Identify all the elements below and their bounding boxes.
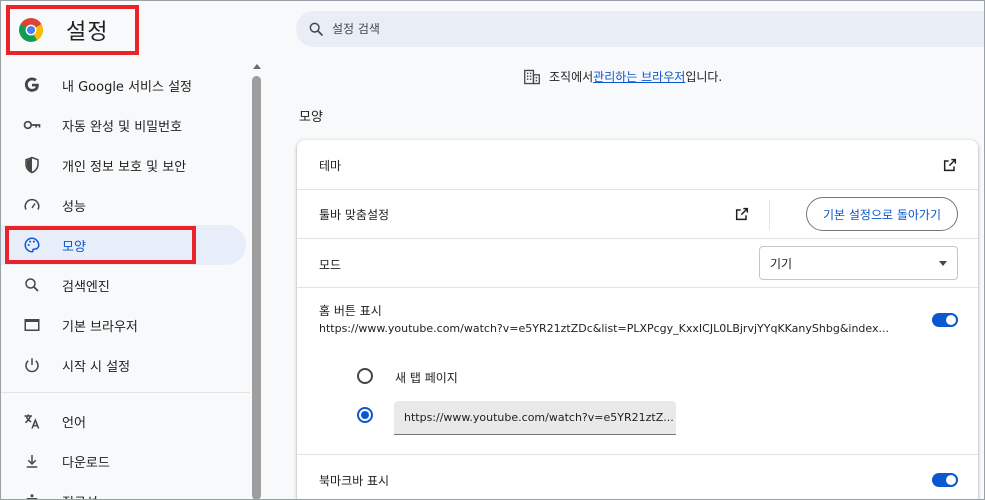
- open-external-icon[interactable]: [734, 206, 750, 222]
- browser-window-icon: [22, 315, 42, 335]
- sidebar-item-google-services[interactable]: 내 Google 서비스 설정: [0, 65, 246, 105]
- bookmarks-label: 북마크바 표시: [319, 474, 390, 488]
- open-external-icon[interactable]: [942, 157, 958, 173]
- home-button-toggle[interactable]: [932, 313, 958, 327]
- sidebar-item-on-startup[interactable]: 시작 시 설정: [0, 345, 246, 385]
- shield-icon: [22, 155, 42, 175]
- search-icon: [22, 275, 42, 295]
- mode-label: 모드: [319, 258, 342, 272]
- download-icon: [22, 451, 42, 471]
- sidebar-divider: [0, 392, 250, 393]
- home-label: 홈 버튼 표시: [319, 304, 382, 318]
- page-title: 설정: [66, 20, 109, 45]
- radio-custom-url[interactable]: [357, 407, 373, 423]
- scroll-up-arrow-icon[interactable]: [253, 64, 261, 69]
- reset-default-button[interactable]: 기본 설정으로 돌아가기: [805, 197, 958, 231]
- managed-prefix: 조직에서: [549, 70, 594, 84]
- sidebar-item-downloads[interactable]: 다운로드: [0, 441, 246, 481]
- settings-search[interactable]: [296, 11, 985, 47]
- sidebar-item-languages[interactable]: 언어: [0, 401, 246, 441]
- bookmarks-row: 북마크바 표시: [297, 455, 978, 500]
- section-title-appearance: 모양: [299, 110, 323, 125]
- sidebar-item-label: 다운로드: [62, 455, 110, 471]
- key-icon: [22, 115, 42, 135]
- bookmarks-toggle[interactable]: [932, 473, 958, 487]
- sidebar-item-search-engine[interactable]: 검색엔진: [0, 265, 246, 305]
- toolbar-row: 툴바 맞춤설정 기본 설정으로 돌아가기: [297, 190, 978, 239]
- sidebar-item-label: 접근성: [62, 492, 98, 500]
- vertical-separator: [769, 200, 770, 230]
- sidebar-item-label: 자동 완성 및 비밀번호: [62, 119, 183, 135]
- home-button-row: 홈 버튼 표시 https://www.youtube.com/watch?v=…: [297, 288, 978, 455]
- appearance-card: 테마 툴바 맞춤설정 기본 설정으로 돌아가기 모드 기기 홈 버튼 표시 ht…: [297, 140, 978, 500]
- mode-select-value: 기기: [770, 256, 793, 271]
- caret-down-icon: [939, 261, 947, 266]
- sidebar-item-label: 개인 정보 보호 및 보안: [62, 159, 187, 175]
- toggle-knob: [946, 475, 956, 485]
- google-g-icon: [22, 75, 42, 95]
- building-icon: [524, 69, 540, 84]
- sidebar-nav: 내 Google 서비스 설정 자동 완성 및 비밀번호 개인 정보 보호 및 …: [0, 64, 250, 500]
- translate-icon: [22, 411, 42, 431]
- sidebar-item-label: 성능: [62, 199, 86, 215]
- home-url-text: https://www.youtube.com/watch?v=e5YR21zt…: [319, 322, 889, 335]
- toggle-knob: [946, 315, 956, 325]
- chrome-logo-icon: [19, 18, 43, 42]
- sidebar-item-accessibility[interactable]: 접근성: [0, 481, 246, 500]
- scroll-thumb[interactable]: [252, 76, 261, 500]
- sidebar-scrollbar[interactable]: [252, 64, 262, 500]
- power-icon: [22, 355, 42, 375]
- sidebar-item-default-browser[interactable]: 기본 브라우저: [0, 305, 246, 345]
- search-input[interactable]: [332, 22, 932, 36]
- speedometer-icon: [22, 195, 42, 215]
- search-icon: [309, 22, 323, 36]
- custom-url-input[interactable]: https://www.youtube.com/watch?v=e5YR21zt…: [394, 401, 676, 435]
- sidebar-item-autofill[interactable]: 자동 완성 및 비밀번호: [0, 105, 246, 145]
- highlight-box-appearance: [5, 226, 196, 264]
- accessibility-icon: [22, 491, 42, 500]
- mode-select[interactable]: 기기: [759, 246, 958, 280]
- radio-new-tab[interactable]: [357, 368, 373, 384]
- sidebar-item-performance[interactable]: 성능: [0, 185, 246, 225]
- toolbar-label: 툴바 맞춤설정: [319, 208, 390, 222]
- mode-row: 모드 기기: [297, 239, 978, 288]
- radio-new-tab-label: 새 탭 페이지: [395, 371, 458, 385]
- managed-suffix: 입니다.: [685, 70, 723, 84]
- sidebar-item-label: 언어: [62, 415, 86, 431]
- sidebar-item-label: 기본 브라우저: [62, 319, 138, 335]
- theme-label: 테마: [319, 159, 342, 173]
- sidebar-item-label: 검색엔진: [62, 279, 110, 295]
- sidebar-item-label: 시작 시 설정: [62, 359, 131, 375]
- managed-browser-link[interactable]: 관리하는 브라우저: [593, 68, 685, 85]
- sidebar-item-label: 내 Google 서비스 설정: [62, 79, 192, 95]
- app-header: 설정: [6, 5, 139, 55]
- sidebar-item-privacy[interactable]: 개인 정보 보호 및 보안: [0, 145, 246, 185]
- managed-notice: 조직에서 관리하는 브라우저 입니다.: [523, 68, 722, 85]
- theme-row[interactable]: 테마: [297, 140, 978, 190]
